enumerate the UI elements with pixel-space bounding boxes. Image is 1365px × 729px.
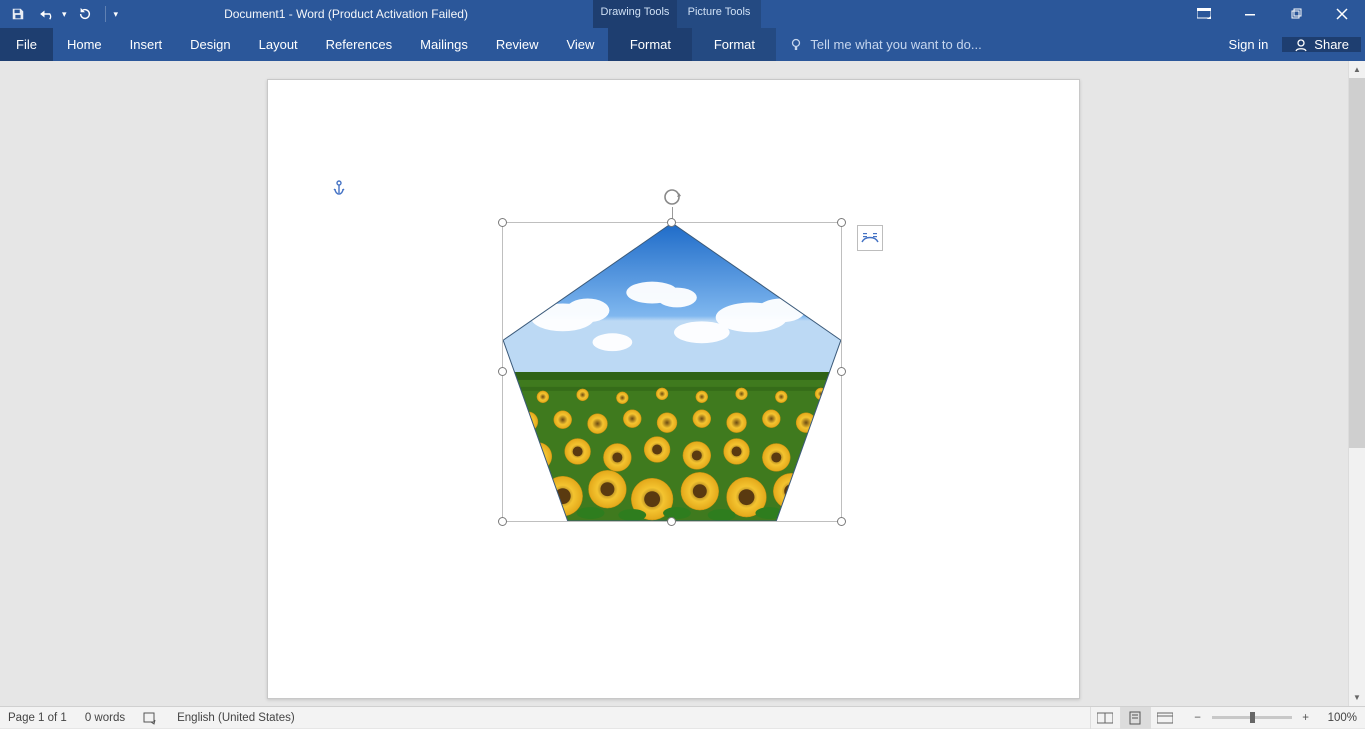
- read-mode-button[interactable]: [1090, 707, 1120, 729]
- tab-references[interactable]: References: [312, 28, 406, 61]
- save-button[interactable]: [6, 2, 30, 26]
- scroll-up-button[interactable]: ▲: [1349, 61, 1365, 78]
- restore-button[interactable]: [1273, 0, 1319, 28]
- status-language[interactable]: English (United States): [177, 712, 295, 724]
- status-right-group: − + 100%: [1090, 707, 1357, 729]
- rotate-icon: [662, 187, 682, 207]
- tell-me-search[interactable]: Tell me what you want to do...: [776, 37, 1218, 52]
- minimize-icon: [1244, 8, 1256, 20]
- close-icon: [1336, 8, 1348, 20]
- undo-icon: [39, 7, 57, 21]
- tab-file[interactable]: File: [0, 28, 53, 61]
- zoom-level[interactable]: 100%: [1328, 712, 1357, 724]
- ribbon-options-icon: [1197, 8, 1211, 20]
- quick-access-toolbar: ▾ ▾: [0, 2, 124, 26]
- sign-in-link[interactable]: Sign in: [1219, 37, 1279, 52]
- close-button[interactable]: [1319, 0, 1365, 28]
- minimize-button[interactable]: [1227, 0, 1273, 28]
- tab-home[interactable]: Home: [53, 28, 116, 61]
- window-title: Document1 - Word (Product Activation Fai…: [124, 7, 593, 21]
- ribbon-display-options-button[interactable]: [1181, 0, 1227, 28]
- zoom-control: − + 100%: [1190, 710, 1357, 726]
- rotate-handle[interactable]: [662, 187, 682, 207]
- resize-handle-middle-right[interactable]: [837, 367, 846, 376]
- resize-handle-top-left[interactable]: [498, 218, 507, 227]
- resize-handle-bottom-left[interactable]: [498, 517, 507, 526]
- print-layout-icon: [1128, 711, 1142, 725]
- share-label: Share: [1314, 37, 1349, 52]
- selected-shape-bounding-box[interactable]: [502, 222, 842, 522]
- document-page[interactable]: [267, 79, 1080, 699]
- qat-customize-icon[interactable]: ▾: [114, 9, 119, 20]
- pentagon-picture-shape[interactable]: [503, 223, 841, 521]
- scroll-thumb[interactable]: [1349, 78, 1365, 448]
- resize-handle-bottom-middle[interactable]: [667, 517, 676, 526]
- undo-button[interactable]: [36, 2, 60, 26]
- scroll-down-button[interactable]: ▼: [1349, 689, 1365, 706]
- restore-icon: [1290, 8, 1302, 20]
- web-layout-icon: [1157, 712, 1173, 724]
- resize-handle-top-middle[interactable]: [667, 218, 676, 227]
- status-page[interactable]: Page 1 of 1: [8, 712, 67, 724]
- redo-repeat-icon: [78, 7, 92, 21]
- tab-mailings[interactable]: Mailings: [406, 28, 482, 61]
- ribbon-right-links: Sign in Share: [1219, 37, 1365, 52]
- print-layout-button[interactable]: [1120, 707, 1150, 729]
- share-button[interactable]: Share: [1282, 37, 1361, 52]
- contextual-tool-headers: Drawing Tools Picture Tools: [593, 0, 761, 28]
- tab-format-picture[interactable]: Format: [692, 28, 776, 61]
- status-bar: Page 1 of 1 0 words English (United Stat…: [0, 706, 1365, 728]
- lightbulb-icon: [790, 38, 804, 52]
- zoom-slider[interactable]: [1212, 716, 1292, 719]
- zoom-slider-thumb[interactable]: [1250, 712, 1255, 723]
- title-bar: ▾ ▾ Document1 - Word (Product Activation…: [0, 0, 1365, 28]
- tab-format-drawing[interactable]: Format: [608, 28, 692, 61]
- tell-me-placeholder: Tell me what you want to do...: [810, 37, 981, 52]
- picture-tools-header: Picture Tools: [677, 0, 761, 28]
- layout-options-button[interactable]: [857, 225, 883, 251]
- tab-layout[interactable]: Layout: [245, 28, 312, 61]
- status-word-count[interactable]: 0 words: [85, 712, 125, 724]
- undo-dropdown-icon[interactable]: ▾: [62, 9, 67, 20]
- object-anchor-icon: [332, 180, 346, 196]
- share-person-icon: [1294, 38, 1308, 52]
- document-workspace: ▲ ▼: [0, 61, 1365, 706]
- ribbon-tabs: File Home Insert Design Layout Reference…: [0, 28, 1365, 61]
- tab-insert[interactable]: Insert: [116, 28, 177, 61]
- vertical-scrollbar[interactable]: ▲ ▼: [1348, 61, 1365, 706]
- tab-design[interactable]: Design: [176, 28, 244, 61]
- redo-button[interactable]: [73, 2, 97, 26]
- save-icon: [11, 7, 25, 21]
- tab-review[interactable]: Review: [482, 28, 553, 61]
- zoom-in-button[interactable]: +: [1298, 710, 1314, 726]
- web-layout-button[interactable]: [1150, 707, 1180, 729]
- status-spellcheck-icon[interactable]: [143, 711, 159, 725]
- resize-handle-bottom-right[interactable]: [837, 517, 846, 526]
- layout-options-icon: [861, 230, 879, 246]
- resize-handle-top-right[interactable]: [837, 218, 846, 227]
- read-mode-icon: [1097, 712, 1113, 724]
- zoom-out-button[interactable]: −: [1190, 710, 1206, 726]
- tab-view[interactable]: View: [552, 28, 608, 61]
- resize-handle-middle-left[interactable]: [498, 367, 507, 376]
- window-controls: [1181, 0, 1365, 28]
- drawing-tools-header: Drawing Tools: [593, 0, 677, 28]
